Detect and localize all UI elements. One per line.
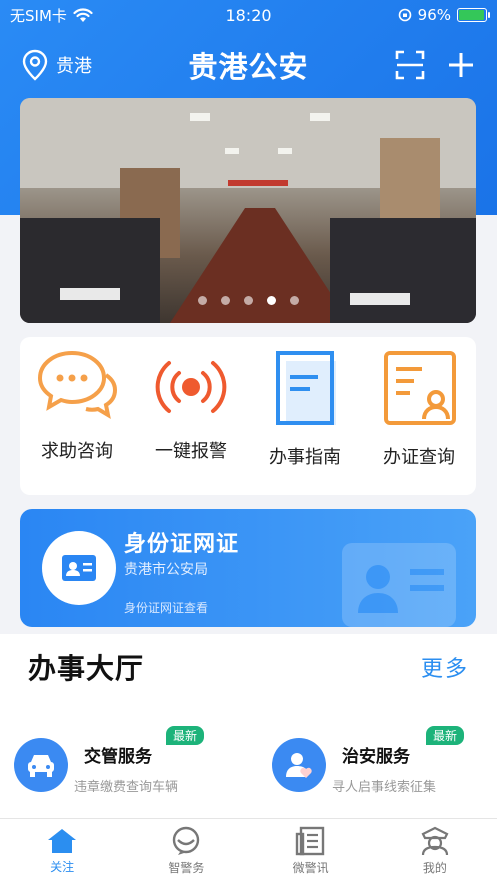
carousel-dot[interactable]	[220, 296, 230, 305]
banner-photo	[20, 98, 476, 323]
guide-document-icon	[276, 351, 336, 425]
location-selector[interactable]: 贵港	[22, 49, 92, 81]
add-icon[interactable]	[447, 51, 475, 79]
tab-label: 我的	[422, 861, 447, 875]
carousel-dot[interactable]	[289, 296, 299, 305]
tab-bar: 关注 智警务 微警讯 我的	[0, 818, 497, 883]
tab-follow[interactable]: 关注	[12, 827, 112, 875]
new-badge: 最新	[166, 726, 205, 745]
service-desc: 寻人启事线索征集	[332, 780, 437, 795]
carousel-dot[interactable]	[197, 296, 207, 305]
status-bar: 无SIM卡 18:20 96%	[0, 0, 497, 30]
quick-label: 办证查询	[383, 447, 455, 468]
battery-icon	[457, 8, 490, 22]
service-public-security[interactable]: 治安服务 寻人启事线索征集 最新	[272, 726, 497, 798]
quick-actions: 求助咨询 一键报警 办事指南 办证查询	[20, 337, 476, 495]
service-desc: 违章缴费查询车辆	[74, 780, 179, 795]
location-pin-icon	[22, 49, 48, 81]
scan-icon[interactable]	[395, 50, 425, 80]
quick-label: 一键报警	[155, 441, 227, 462]
services-grid: 交管服务 违章缴费查询车辆 最新 治安服务 寻人启事线索征集 最新	[0, 700, 497, 818]
service-name: 治安服务	[342, 747, 410, 767]
service-icon-circle	[14, 738, 68, 792]
orientation-lock-icon	[398, 8, 411, 22]
service-icon-circle	[272, 738, 326, 792]
id-card-subtitle: 贵港市公安局	[124, 562, 208, 578]
quick-help-consult[interactable]: 求助咨询	[22, 347, 132, 463]
certificate-search-icon	[384, 351, 456, 425]
new-badge: 最新	[426, 726, 465, 745]
carousel-dot[interactable]	[243, 296, 253, 305]
tab-police-news[interactable]: 微警讯	[261, 826, 361, 876]
nav-bar: 贵港 贵港公安	[0, 38, 497, 92]
id-card-avatar	[42, 531, 116, 605]
id-card-view-link[interactable]: 身份证网证查看	[124, 599, 208, 616]
id-card-icon	[62, 555, 96, 581]
tab-smart-police[interactable]: 智警务	[136, 826, 236, 876]
quick-one-click-alarm[interactable]: 一键报警	[136, 347, 246, 463]
quick-label: 办事指南	[269, 447, 341, 468]
wifi-icon	[73, 7, 93, 22]
carousel-indicator	[20, 296, 476, 305]
tab-mine[interactable]: 我的	[385, 826, 485, 876]
chat-bubbles-icon	[37, 350, 118, 420]
section-title: 办事大厅	[28, 652, 145, 685]
battery-percent: 96%	[417, 6, 451, 24]
tab-label: 关注	[50, 860, 75, 874]
officer-profile-icon	[421, 826, 449, 856]
carrier-label: 无SIM卡	[10, 6, 67, 25]
home-icon	[48, 829, 77, 853]
service-traffic[interactable]: 交管服务 违章缴费查询车辆 最新	[14, 726, 254, 798]
tab-label: 微警讯	[292, 861, 329, 875]
carousel-dot[interactable]	[266, 296, 276, 305]
service-name: 交管服务	[84, 747, 152, 767]
quick-label: 求助咨询	[41, 441, 113, 462]
id-card-banner[interactable]: 身份证网证 贵港市公安局 身份证网证查看	[20, 509, 476, 627]
alarm-broadcast-icon	[155, 361, 227, 413]
id-card-watermark-icon	[342, 543, 456, 627]
tab-label: 智警务	[168, 861, 205, 875]
quick-service-guide[interactable]: 办事指南	[250, 347, 360, 469]
person-heart-icon	[286, 753, 312, 778]
car-icon	[28, 755, 54, 777]
police-chat-icon	[173, 826, 200, 855]
service-hall-header: 办事大厅 更多	[0, 634, 497, 700]
location-label: 贵港	[56, 56, 92, 77]
banner-carousel[interactable]	[20, 98, 476, 323]
quick-certificate-query[interactable]: 办证查询	[364, 347, 474, 469]
news-icon	[295, 826, 324, 856]
id-card-title: 身份证网证	[124, 532, 240, 557]
more-link[interactable]: 更多	[421, 651, 469, 683]
